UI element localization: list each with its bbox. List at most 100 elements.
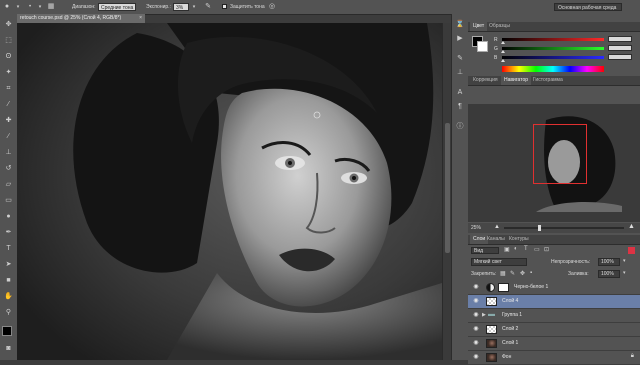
dodge-icon[interactable]: ●: [3, 212, 14, 221]
pressure-size-icon[interactable]: ◎: [268, 3, 276, 11]
lock-all-icon[interactable]: ▪: [530, 270, 532, 276]
character-icon[interactable]: A: [455, 88, 465, 97]
layer-thumbnail[interactable]: [486, 353, 497, 362]
blue-value-field[interactable]: [608, 54, 632, 60]
actions-icon[interactable]: ▶: [455, 34, 465, 43]
protect-tones-checkbox[interactable]: [222, 4, 227, 9]
layer-row[interactable]: ◉ Фон 🔒︎: [468, 351, 640, 365]
layer-thumbnail[interactable]: [486, 339, 497, 348]
visibility-eye-icon[interactable]: ◉: [472, 339, 480, 347]
navigator-view-box[interactable]: [533, 124, 587, 184]
layer-name[interactable]: Слой 4: [502, 295, 518, 308]
color-spectrum-ramp[interactable]: [502, 66, 604, 72]
brush-size-dropdown[interactable]: ▾: [36, 3, 44, 11]
visibility-eye-icon[interactable]: ◉: [472, 297, 480, 305]
path-select-icon[interactable]: ➤: [3, 260, 14, 269]
brush-icon[interactable]: ∕: [3, 132, 14, 141]
visibility-eye-icon[interactable]: ◉: [472, 283, 480, 291]
tab-histogram[interactable]: Гистограмма: [530, 76, 566, 85]
airbrush-icon[interactable]: ✎: [204, 3, 212, 11]
layer-row-selected[interactable]: ◉ Слой 4: [468, 295, 640, 309]
quick-mask-icon[interactable]: ◙: [3, 344, 14, 353]
color-background-swatch[interactable]: [477, 41, 488, 52]
lock-move-icon[interactable]: ✥: [520, 270, 525, 277]
range-select[interactable]: Средние тона: [98, 3, 136, 11]
layer-thumbnail[interactable]: [486, 297, 497, 306]
opacity-dropdown-icon[interactable]: ▾: [623, 258, 626, 264]
tab-navigator[interactable]: Навигатор: [501, 76, 532, 85]
red-slider-knob[interactable]: [501, 41, 505, 44]
red-slider[interactable]: [502, 38, 604, 41]
exposure-input[interactable]: 3%: [173, 3, 189, 11]
scrollbar-thumb[interactable]: [445, 123, 450, 253]
layer-row[interactable]: ◉ Черно-белое 1: [468, 281, 640, 295]
visibility-eye-icon[interactable]: ◉: [472, 311, 480, 319]
workspace-select[interactable]: Основная рабочая среда: [554, 3, 622, 11]
tool-preset-dropdown[interactable]: ▾: [14, 3, 22, 11]
blend-mode-select[interactable]: Мягкий свет: [471, 258, 527, 266]
hand-icon[interactable]: ✋: [3, 292, 14, 301]
history-icon[interactable]: ⌛: [455, 20, 465, 29]
fill-input[interactable]: 100%: [598, 270, 620, 278]
tab-paths[interactable]: Контуры: [506, 235, 532, 244]
layer-name[interactable]: Слой 1: [502, 337, 518, 350]
document-tab[interactable]: retouch course.psd @ 25% (Слой 4, RGB/8*…: [17, 14, 145, 23]
type-icon[interactable]: T: [3, 244, 14, 253]
filter-shape-icon[interactable]: ▭: [534, 246, 540, 253]
navigator-thumbnail[interactable]: [486, 110, 622, 212]
brush-panel-icon[interactable]: ▦: [47, 3, 55, 11]
layer-name[interactable]: Фон: [502, 351, 511, 364]
blue-slider-knob[interactable]: [501, 59, 505, 62]
layer-row[interactable]: ◉ Слой 1: [468, 337, 640, 351]
move-icon[interactable]: ✥: [3, 20, 14, 29]
brush-presets-icon[interactable]: ✎: [455, 54, 465, 63]
layer-row-group[interactable]: ◉ ▶ ▬ Группа 1: [468, 309, 640, 323]
zoom-out-icon[interactable]: ▲: [494, 224, 500, 230]
zoom-slider-knob[interactable]: [538, 225, 541, 231]
eraser-icon[interactable]: ▱: [3, 180, 14, 189]
marquee-icon[interactable]: ⬚: [3, 36, 14, 45]
blue-slider[interactable]: [502, 56, 604, 59]
clone-stamp-icon[interactable]: ⊥: [3, 148, 14, 157]
red-value-field[interactable]: [608, 36, 632, 42]
crop-icon[interactable]: ⌗: [3, 84, 14, 93]
layer-name[interactable]: Черно-белое 1: [514, 281, 548, 294]
tab-swatches[interactable]: Образцы: [486, 22, 513, 31]
filter-type-icon[interactable]: T: [524, 246, 528, 252]
lasso-icon[interactable]: ʘ: [3, 52, 14, 61]
tab-color[interactable]: Цвет: [470, 22, 488, 31]
dodge-tool-icon[interactable]: ●: [3, 3, 11, 11]
exposure-dropdown[interactable]: ▾: [190, 3, 198, 11]
history-brush-icon[interactable]: ↺: [3, 164, 14, 173]
layer-kind-filter[interactable]: Вид: [471, 247, 499, 254]
shape-icon[interactable]: ■: [3, 276, 14, 285]
pen-icon[interactable]: ✒: [3, 228, 14, 237]
brush-size-icon[interactable]: •: [26, 3, 34, 11]
visibility-eye-icon[interactable]: ◉: [472, 325, 480, 333]
green-value-field[interactable]: [608, 45, 632, 51]
layer-mask-thumbnail[interactable]: [498, 283, 509, 292]
lock-brush-icon[interactable]: ✎: [510, 270, 515, 277]
layer-name[interactable]: Слой 2: [502, 323, 518, 336]
filter-toggle-icon[interactable]: [628, 247, 635, 254]
group-expand-chevron-icon[interactable]: ▶: [482, 312, 486, 318]
navigator-zoom-value[interactable]: 25%: [471, 225, 481, 231]
eyedropper-icon[interactable]: ⁄: [3, 100, 14, 109]
zoom-icon[interactable]: ⚲: [3, 308, 14, 317]
paragraph-icon[interactable]: ¶: [455, 102, 465, 111]
layer-row[interactable]: ◉ Слой 2: [468, 323, 640, 337]
opacity-input[interactable]: 100%: [598, 258, 620, 266]
document-canvas[interactable]: [17, 23, 442, 360]
filter-pixel-icon[interactable]: ▣: [504, 246, 510, 253]
layer-thumbnail[interactable]: [486, 325, 497, 334]
fill-dropdown-icon[interactable]: ▾: [623, 270, 626, 276]
filter-adjustment-icon[interactable]: ◐: [514, 246, 518, 252]
healing-icon[interactable]: ✚: [3, 116, 14, 125]
layer-name[interactable]: Группа 1: [502, 309, 522, 322]
filter-smart-object-icon[interactable]: ⊡: [544, 246, 549, 253]
lock-transparent-icon[interactable]: ▦: [500, 270, 506, 277]
gradient-icon[interactable]: ▭: [3, 196, 14, 205]
zoom-in-icon[interactable]: ▲: [628, 223, 635, 230]
tab-channels[interactable]: Каналы: [484, 235, 508, 244]
green-slider[interactable]: [502, 47, 604, 50]
